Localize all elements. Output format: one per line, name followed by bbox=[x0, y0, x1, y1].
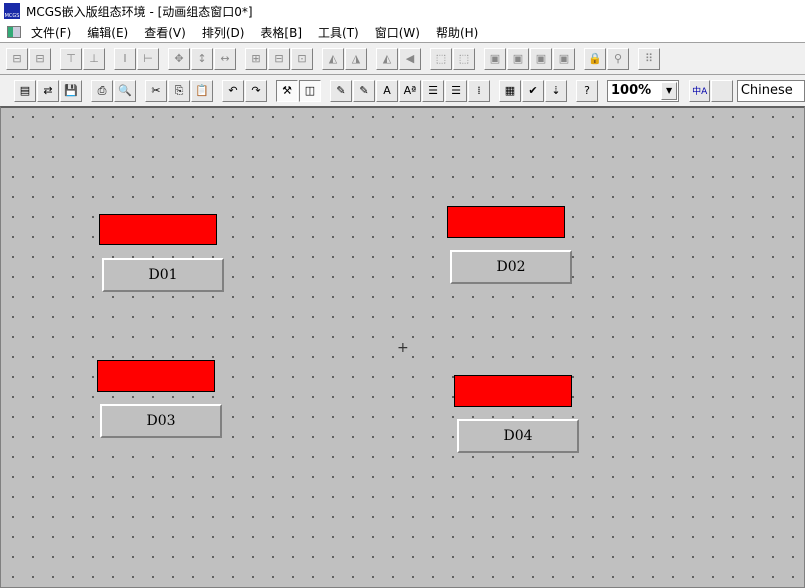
tb1-tool-4-0-icon[interactable]: ⊞ bbox=[245, 47, 267, 70]
language-select[interactable]: Chinese bbox=[736, 79, 805, 102]
tb1-tool-6-0-icon[interactable]: ◭ bbox=[376, 47, 398, 70]
tb1-tool-0-1-icon[interactable]: ⊟ bbox=[29, 47, 51, 70]
tb1-tool-3-0-icon[interactable]: ✥ bbox=[168, 47, 190, 70]
d01-button[interactable]: D01 bbox=[102, 258, 224, 292]
tb2-tool-0-2-icon[interactable]: 💾 bbox=[60, 79, 82, 102]
tb1-tool-3-1-icon[interactable]: ↕ bbox=[191, 47, 213, 70]
lamp-2[interactable] bbox=[447, 206, 565, 238]
tb2-tool-6-2-icon[interactable]: ⇣ bbox=[545, 79, 567, 102]
tb2-tool-6-1-icon[interactable]: ✔ bbox=[522, 79, 544, 102]
tb1-tool-9-1-icon[interactable]: ⚲ bbox=[607, 47, 629, 70]
menu-table[interactable]: 表格[B] bbox=[260, 24, 302, 41]
tb1-tool-2-0-icon[interactable]: Ⅰ bbox=[114, 47, 136, 70]
tb2-tool-3-0-icon[interactable]: ↶ bbox=[222, 79, 244, 102]
menu-file[interactable]: 文件(F) bbox=[31, 24, 71, 41]
tb2-tool-1-0-icon[interactable]: ⎙ bbox=[91, 79, 113, 102]
crosshair-cursor-icon: + bbox=[397, 340, 409, 356]
menu-tools[interactable]: 工具(T) bbox=[318, 24, 359, 41]
document-window-icon[interactable] bbox=[7, 26, 21, 38]
tb1-tool-8-0-icon[interactable]: ▣ bbox=[484, 47, 506, 70]
tb1-tool-10-0-icon[interactable]: ⠿ bbox=[638, 47, 660, 70]
tb1-tool-7-0-icon[interactable]: ⬚ bbox=[430, 47, 452, 70]
tb1-tool-5-1-icon[interactable]: ◮ bbox=[345, 47, 367, 70]
menu-edit[interactable]: 编辑(E) bbox=[87, 24, 128, 41]
tb1-tool-8-2-icon[interactable]: ▣ bbox=[530, 47, 552, 70]
tb2-tool-5-5-icon[interactable]: ☰ bbox=[445, 79, 467, 102]
tb1-tool-4-1-icon[interactable]: ⊟ bbox=[268, 47, 290, 70]
tb2-tool-7-0-icon[interactable]: ? bbox=[576, 79, 598, 102]
tb2-tool-4-0-icon[interactable]: ⚒ bbox=[276, 79, 298, 102]
tb1-tool-2-1-icon[interactable]: ⊢ bbox=[137, 47, 159, 70]
tb2-tool-4-1-icon[interactable]: ◫ bbox=[299, 79, 321, 102]
tb1-tool-9-0-icon[interactable]: 🔒 bbox=[584, 47, 606, 70]
lamp-1[interactable] bbox=[99, 214, 217, 245]
chevron-down-icon[interactable]: ▼ bbox=[661, 81, 678, 100]
tb2-tool-5-6-icon[interactable]: ⁞ bbox=[468, 79, 490, 102]
zoom-value: 100% bbox=[611, 83, 652, 98]
tb2-tool-6-0-icon[interactable]: ▦ bbox=[499, 79, 521, 102]
d03-button[interactable]: D03 bbox=[100, 404, 222, 438]
tb1-tool-7-1-icon[interactable]: ⬚ bbox=[453, 47, 475, 70]
lamp-3[interactable] bbox=[97, 360, 215, 392]
tb2-tool-5-3-icon[interactable]: Aª bbox=[399, 79, 421, 102]
tb2-tool-2-0-icon[interactable]: ✂ bbox=[145, 79, 167, 102]
zoom-select[interactable]: 100% ▼ bbox=[607, 79, 680, 102]
d04-button[interactable]: D04 bbox=[457, 419, 579, 453]
lamp-4[interactable] bbox=[454, 375, 572, 407]
tb1-tool-3-2-icon[interactable]: ↔ bbox=[214, 47, 236, 70]
tb2-tool-1-1-icon[interactable]: 🔍 bbox=[114, 79, 136, 102]
blank-button[interactable] bbox=[711, 79, 733, 102]
tb2-tool-2-1-icon[interactable]: ⎘ bbox=[168, 79, 190, 102]
tb1-tool-8-3-icon[interactable]: ▣ bbox=[553, 47, 575, 70]
tb2-tool-5-1-icon[interactable]: ✎ bbox=[353, 79, 375, 102]
tb2-tool-3-1-icon[interactable]: ↷ bbox=[245, 79, 267, 102]
menu-arrange[interactable]: 排列(D) bbox=[202, 24, 245, 41]
menu-help[interactable]: 帮助(H) bbox=[436, 24, 478, 41]
animation-canvas[interactable]: D01 D02 D03 D04 + bbox=[0, 106, 805, 588]
mcgs-logo-icon: MCGS bbox=[4, 3, 20, 19]
tb1-tool-4-2-icon[interactable]: ⊡ bbox=[291, 47, 313, 70]
tb1-tool-0-0-icon[interactable]: ⊟ bbox=[6, 47, 28, 70]
tb2-tool-5-2-icon[interactable]: A bbox=[376, 79, 398, 102]
menu-view[interactable]: 查看(V) bbox=[144, 24, 186, 41]
window-title: MCGS嵌入版组态环境 - [动画组态窗口0*] bbox=[26, 4, 253, 19]
language-icon[interactable]: 中A bbox=[689, 79, 711, 102]
tb1-tool-1-1-icon[interactable]: ⊥ bbox=[83, 47, 105, 70]
tb2-tool-5-0-icon[interactable]: ✎ bbox=[330, 79, 352, 102]
arrange-toolbar: ⊟ ⊟ ⊤ ⊥ Ⅰ ⊢ ✥ ↕ ↔ ⊞ ⊟ ⊡ ◭ ◮ ◭ ◀ ⬚ ⬚ ▣ ▣ ▣ ▣ 🔒 ⚲ ⠿ bbox=[0, 42, 805, 74]
tb2-tool-0-1-icon[interactable]: ⇄ bbox=[37, 79, 59, 102]
tb2-tool-0-0-icon[interactable]: ▤ bbox=[14, 79, 36, 102]
d02-button[interactable]: D02 bbox=[450, 250, 572, 284]
tb2-tool-2-2-icon[interactable]: 📋 bbox=[191, 79, 213, 102]
tb1-tool-6-1-icon[interactable]: ◀ bbox=[399, 47, 421, 70]
tb1-tool-8-1-icon[interactable]: ▣ bbox=[507, 47, 529, 70]
menu-bar: 文件(F) 编辑(E) 查看(V) 排列(D) 表格[B] 工具(T) 窗口(W… bbox=[0, 22, 805, 42]
tb2-tool-5-4-icon[interactable]: ☰ bbox=[422, 79, 444, 102]
menu-window[interactable]: 窗口(W) bbox=[375, 24, 420, 41]
standard-toolbar: ▤ ⇄ 💾 ⎙ 🔍 ✂ ⎘ 📋 ↶ ↷ ⚒ ◫ ✎ ✎ A Aª ☰ ☰ ⁞ ▦ ✔ ⇣? 100% ▼ 中A Chine… bbox=[0, 74, 805, 106]
language-value: Chinese bbox=[740, 83, 793, 98]
title-bar: MCGS MCGS嵌入版组态环境 - [动画组态窗口0*] bbox=[0, 0, 805, 22]
tb1-tool-5-0-icon[interactable]: ◭ bbox=[322, 47, 344, 70]
tb1-tool-1-0-icon[interactable]: ⊤ bbox=[60, 47, 82, 70]
